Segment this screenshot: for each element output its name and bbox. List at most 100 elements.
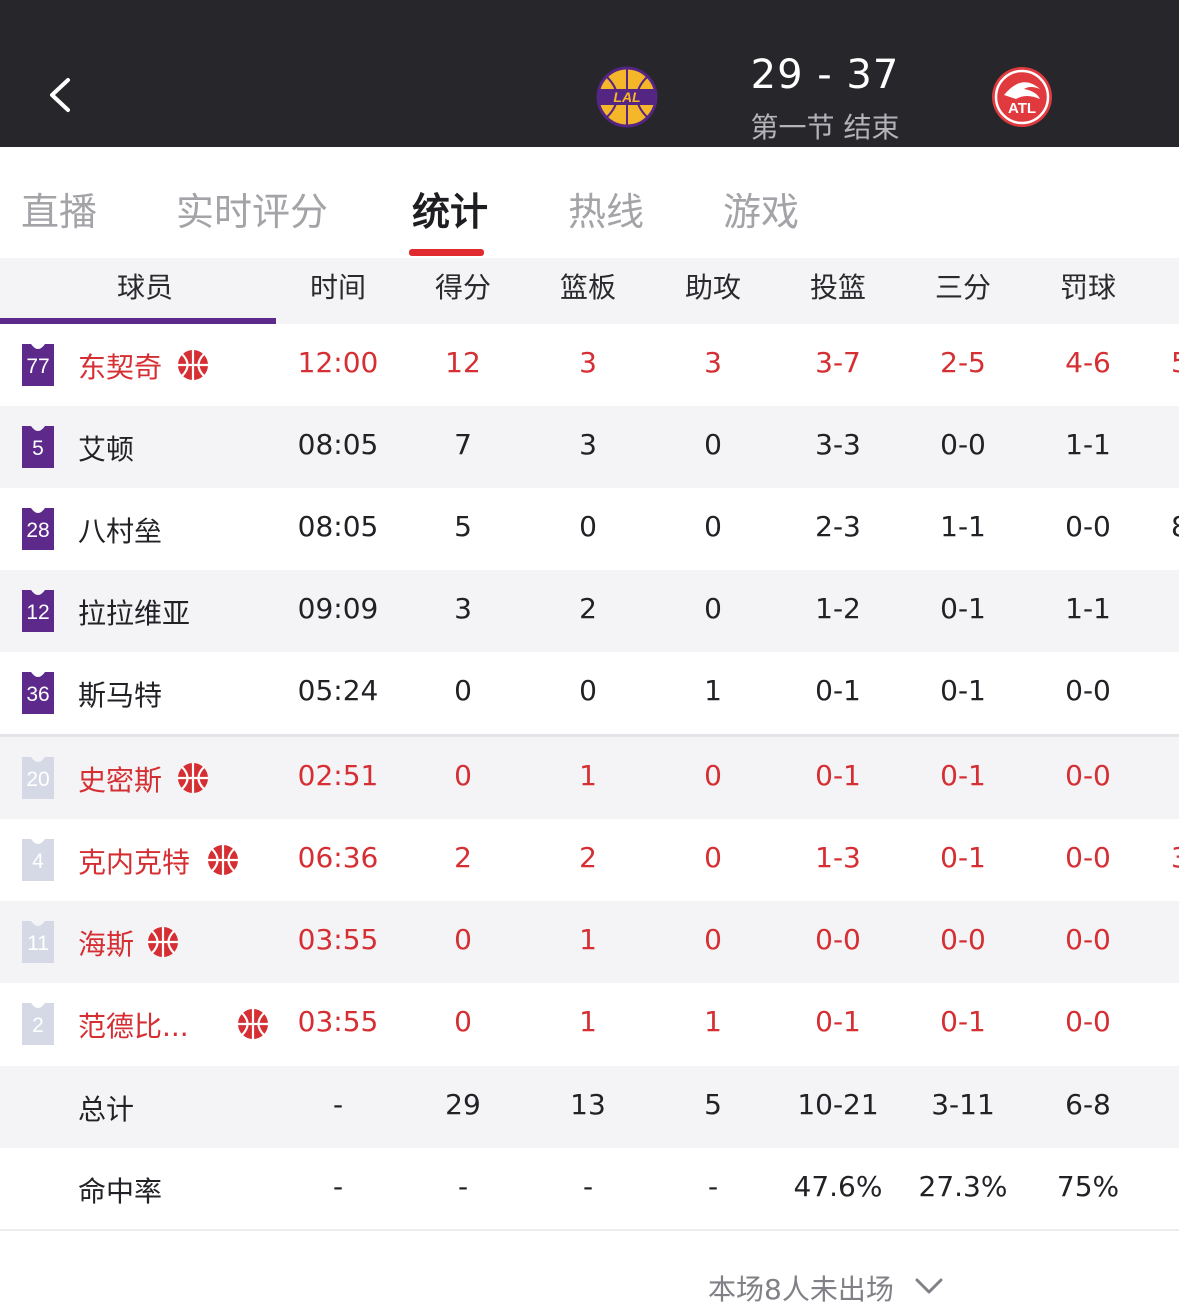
cell-rebounds: 3 (579, 428, 597, 461)
cell-field-goals: 0-1 (815, 1005, 861, 1038)
player-row[interactable]: 20 史密斯 02:51 0 1 0 0-1 0-1 0-0 (0, 737, 1179, 819)
game-header: LAL 29 - 37 第一节 结束 ATL (0, 0, 1179, 147)
cell-free-throws: 0-0 (1065, 1005, 1111, 1038)
col-three-pointers[interactable]: 三分 (908, 266, 1018, 306)
cell-assists: 3 (704, 346, 722, 379)
cell-field-goals: 0-1 (815, 674, 861, 707)
pct-assists: - (707, 1170, 719, 1203)
col-field-goals[interactable]: 投篮 (783, 266, 893, 306)
cell-three-pointers: 0-1 (940, 841, 986, 874)
totals-rebounds: 13 (570, 1088, 606, 1121)
player-row[interactable]: 4 克内克特 06:36 2 2 0 1-3 0-1 0-0 3 (0, 819, 1179, 901)
player-name[interactable]: 克内克特 (78, 841, 190, 881)
player-name[interactable]: 拉拉维亚 (78, 592, 190, 632)
cell-field-goals: 0-0 (815, 923, 861, 956)
active-tab-indicator (409, 249, 484, 256)
player-name[interactable]: 八村垒 (78, 510, 162, 550)
cell-time: 08:05 (297, 510, 379, 543)
footer-divider (0, 1229, 1179, 1231)
jersey-number: 36 (26, 683, 50, 706)
jersey-number: 11 (27, 932, 49, 955)
lakers-logo-icon[interactable]: LAL (595, 65, 659, 129)
tab-games[interactable]: 游戏 (723, 181, 799, 236)
player-row[interactable]: 11 海斯 03:55 0 1 0 0-0 0-0 0-0 (0, 901, 1179, 983)
player-name[interactable]: 范德比... (78, 1005, 189, 1045)
dnp-toggle[interactable]: 本场8人未出场 (708, 1268, 894, 1308)
percentage-row: 命中率 - - - - 47.6% 27.3% 75% (0, 1148, 1179, 1230)
jersey-icon: 20 (20, 755, 56, 801)
player-name[interactable]: 海斯 (78, 923, 134, 963)
player-row[interactable]: 12 拉拉维亚 09:09 3 2 0 1-2 0-1 1-1 (0, 570, 1179, 652)
cell-time: 03:55 (297, 923, 379, 956)
cell-rebounds: 1 (579, 1005, 597, 1038)
col-points[interactable]: 得分 (408, 266, 518, 306)
player-name[interactable]: 史密斯 (78, 759, 162, 799)
jersey-number: 28 (26, 519, 50, 542)
cell-points: 0 (454, 759, 472, 792)
jersey-number: 5 (32, 437, 44, 460)
basketball-icon (148, 927, 178, 957)
totals-free-throws: 6-8 (1065, 1088, 1111, 1121)
col-time[interactable]: 时间 (283, 266, 393, 306)
cell-assists: 1 (704, 1005, 722, 1038)
cell-time: 06:36 (297, 841, 379, 874)
cell-assists: 0 (704, 923, 722, 956)
tab-bar: 直播 实时评分 统计 热线 游戏 (0, 147, 1179, 258)
jersey-number: 2 (32, 1014, 44, 1037)
pct-free-throws: 75% (1056, 1170, 1120, 1203)
player-row[interactable]: 77 东契奇 12:00 12 3 3 3-7 2-5 4-6 5 (0, 324, 1179, 406)
jersey-number: 4 (32, 850, 44, 873)
player-row[interactable]: 2 范德比... 03:55 0 1 1 0-1 0-1 0-0 (0, 983, 1179, 1065)
hawks-logo-icon[interactable]: ATL (990, 65, 1054, 129)
player-row[interactable]: 36 斯马特 05:24 0 0 1 0-1 0-1 0-0 (0, 652, 1179, 734)
jersey-number: 20 (26, 768, 50, 791)
tab-live-rating[interactable]: 实时评分 (176, 181, 328, 236)
clipped-value: 3 (1171, 841, 1179, 874)
player-name[interactable]: 艾顿 (78, 428, 134, 468)
cell-three-pointers: 0-1 (940, 592, 986, 625)
cell-free-throws: 1-1 (1065, 592, 1111, 625)
cell-time: 09:09 (297, 592, 379, 625)
svg-text:ATL: ATL (1008, 100, 1036, 117)
jersey-icon: 2 (20, 1001, 56, 1047)
pct-rebounds: - (582, 1170, 594, 1203)
chevron-down-icon[interactable] (914, 1276, 944, 1296)
col-assists[interactable]: 助攻 (658, 266, 768, 306)
cell-field-goals: 3-7 (815, 346, 861, 379)
back-arrow-icon[interactable] (40, 72, 86, 118)
cell-points: 0 (454, 923, 472, 956)
clipped-value: 8 (1171, 510, 1179, 543)
cell-rebounds: 3 (579, 346, 597, 379)
player-row[interactable]: 5 艾顿 08:05 7 3 0 3-3 0-0 1-1 (0, 406, 1179, 488)
totals-time: - (332, 1088, 344, 1121)
player-name[interactable]: 东契奇 (78, 346, 162, 386)
basketball-icon (178, 763, 208, 793)
tab-stats[interactable]: 统计 (412, 181, 488, 236)
tab-hotline[interactable]: 热线 (568, 181, 644, 236)
score: 29 - 37 (750, 52, 900, 98)
col-player[interactable]: 球员 (90, 266, 200, 306)
col-free-throws[interactable]: 罚球 (1033, 266, 1143, 306)
jersey-icon: 5 (20, 424, 56, 470)
cell-free-throws: 0-0 (1065, 674, 1111, 707)
cell-free-throws: 1-1 (1065, 428, 1111, 461)
cell-points: 2 (454, 841, 472, 874)
jersey-number: 12 (26, 601, 50, 624)
cell-rebounds: 1 (579, 759, 597, 792)
cell-points: 7 (454, 428, 472, 461)
col-rebounds[interactable]: 篮板 (533, 266, 643, 306)
player-name[interactable]: 斯马特 (78, 674, 162, 714)
cell-free-throws: 0-0 (1065, 923, 1111, 956)
cell-assists: 0 (704, 759, 722, 792)
svg-text:LAL: LAL (613, 89, 640, 105)
totals-row: 总计 - 29 13 5 10-21 3-11 6-8 (0, 1066, 1179, 1148)
totals-points: 29 (445, 1088, 481, 1121)
cell-three-pointers: 1-1 (940, 510, 986, 543)
cell-assists: 0 (704, 592, 722, 625)
jersey-icon: 12 (20, 588, 56, 634)
cell-field-goals: 0-1 (815, 759, 861, 792)
tab-live[interactable]: 直播 (21, 181, 97, 236)
player-row[interactable]: 28 八村垒 08:05 5 0 0 2-3 1-1 0-0 8 (0, 488, 1179, 570)
jersey-icon: 28 (20, 506, 56, 552)
pct-points: - (457, 1170, 469, 1203)
